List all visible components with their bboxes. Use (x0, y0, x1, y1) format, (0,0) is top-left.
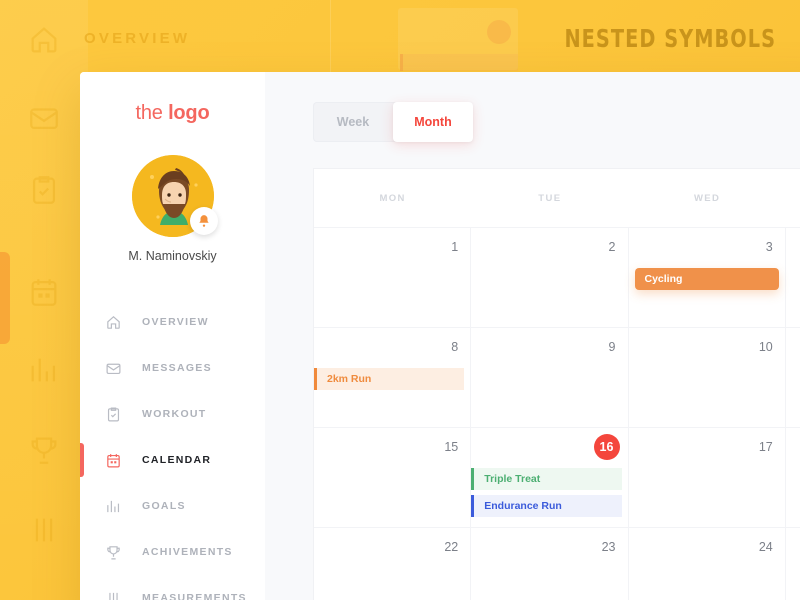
calendar-day-cell[interactable]: 18 (786, 428, 800, 527)
calendar-week-row: 1 2 3 Cycling 4 (314, 227, 800, 327)
app-logo[interactable]: the logo (80, 102, 265, 125)
backdrop-icon-column (0, 0, 88, 600)
calendar-week-row: 22 23 24 25 (314, 527, 800, 600)
sidebar-item-achivements[interactable]: ACHIVEMENTS (80, 529, 265, 575)
event-cycling[interactable]: Cycling (634, 268, 779, 290)
brand-title: NESTED SYMBOLS (564, 24, 776, 53)
backdrop-ghost-day-badge (487, 20, 511, 44)
backdrop-overview-label: OVERVIEW (84, 30, 191, 47)
calendar-day-cell[interactable]: 1 (314, 228, 472, 327)
backdrop-home-icon (22, 18, 66, 62)
measurements-icon (102, 587, 124, 600)
backdrop-ghost-event (400, 54, 518, 71)
backdrop-measurements-icon (22, 508, 66, 552)
calendar-grid: MON TUE WED THU 1 2 3 Cycling (313, 168, 800, 600)
event-triple-treat[interactable]: Triple Treat (471, 468, 622, 490)
backdrop-calendar-icon (22, 270, 66, 314)
notification-badge-icon[interactable] (189, 207, 218, 235)
calendar-week-row: 15 16 Triple Treat Endurance Run 17 18 (314, 427, 800, 527)
day-number: 4 (786, 238, 800, 256)
backdrop-clipboard-icon (22, 168, 66, 212)
calendar-day-cell[interactable]: 3 Cycling (629, 228, 786, 327)
calendar-day-cell[interactable]: 4 (786, 228, 800, 327)
calendar-icon (102, 449, 124, 471)
calendar-week-row: 8 2km Run 9 10 11 (314, 327, 800, 427)
sidebar-item-calendar[interactable]: CALENDAR (80, 437, 265, 483)
sidebar-item-label: GOALS (142, 500, 186, 512)
day-header: TUE (538, 192, 562, 204)
calendar-day-cell[interactable]: 10 (629, 328, 786, 427)
day-number: 15 (444, 440, 459, 454)
day-number: 10 (758, 340, 773, 354)
backdrop-active-indicator (0, 252, 10, 344)
sidebar-nav: OVERVIEW MESSAGES WORKOUT CALENDAR GOALS… (80, 299, 265, 600)
backdrop-envelope-icon (22, 96, 66, 140)
tab-month[interactable]: Month (393, 102, 473, 142)
trophy-icon (102, 541, 124, 563)
user-name: M. Naminovskiy (128, 249, 217, 263)
backdrop-divider (330, 0, 331, 72)
day-number: 11 (786, 338, 800, 356)
day-number: 18 (786, 438, 800, 456)
sidebar-item-workout[interactable]: WORKOUT (80, 391, 265, 437)
day-number: 2 (608, 240, 616, 254)
sidebar-item-messages[interactable]: MESSAGES (80, 345, 265, 391)
sidebar: the logo M. Naminovskiy OVERVIEW MESSAGE… (80, 72, 265, 600)
calendar-day-cell[interactable]: 11 (786, 328, 800, 427)
calendar-day-cell[interactable]: 15 (314, 428, 472, 527)
day-header: THU (786, 169, 800, 227)
sidebar-item-overview[interactable]: OVERVIEW (80, 299, 265, 345)
sidebar-item-label: MESSAGES (142, 362, 212, 374)
calendar-day-cell[interactable]: 8 2km Run (314, 328, 472, 427)
sidebar-item-measurements[interactable]: MEASUREMENTS (80, 575, 265, 600)
logo-text-bold: logo (168, 102, 210, 124)
chart-icon (102, 495, 124, 517)
sidebar-item-label: MEASUREMENTS (142, 592, 247, 600)
day-number: 22 (444, 540, 459, 554)
sidebar-item-label: WORKOUT (142, 408, 207, 420)
day-number: 17 (758, 440, 773, 454)
day-number: 8 (451, 340, 459, 354)
tab-week[interactable]: Week (313, 102, 393, 142)
envelope-icon (102, 357, 124, 379)
sidebar-item-goals[interactable]: GOALS (80, 483, 265, 529)
day-number: 3 (765, 240, 773, 254)
day-header: WED (693, 192, 721, 204)
avatar[interactable] (131, 155, 218, 237)
event-2km-run[interactable]: 2km Run (314, 368, 465, 390)
calendar-day-cell[interactable]: 24 (629, 528, 786, 600)
day-number: 23 (601, 540, 616, 554)
calendar-day-cell-today[interactable]: 16 Triple Treat Endurance Run (471, 428, 629, 527)
day-number: 25 (786, 538, 800, 556)
day-header: MON (379, 192, 406, 204)
clipboard-icon (102, 403, 124, 425)
active-indicator (80, 443, 84, 477)
calendar-day-cell[interactable]: 25 (786, 528, 800, 600)
backdrop-chart-icon (22, 348, 66, 392)
app-window: the logo M. Naminovskiy OVERVIEW MESSAGE… (80, 72, 800, 600)
view-switcher: Week Month (313, 102, 473, 142)
calendar-toolbar: Week Month ‹ June 2017 (313, 102, 800, 142)
main-content: Week Month ‹ June 2017 MON TUE WED THU 1 (265, 72, 800, 600)
today-badge: 16 (593, 434, 620, 460)
home-icon (102, 311, 124, 333)
sidebar-item-label: ACHIVEMENTS (142, 546, 233, 558)
day-events: Triple Treat Endurance Run (471, 468, 622, 517)
sidebar-item-label: OVERVIEW (142, 316, 209, 328)
logo-text-thin: the (135, 102, 169, 124)
calendar-day-cell[interactable]: 2 (471, 228, 629, 327)
backdrop-trophy-icon (22, 428, 66, 472)
calendar-day-cell[interactable]: 23 (471, 528, 629, 600)
event-endurance-run[interactable]: Endurance Run (471, 495, 622, 517)
calendar-day-cell[interactable]: 17 (629, 428, 786, 527)
day-number: 9 (608, 340, 616, 354)
calendar-day-cell[interactable]: 9 (471, 328, 629, 427)
day-events: 2km Run (314, 368, 465, 390)
calendar-day-cell[interactable]: 22 (314, 528, 472, 600)
calendar-day-headers: MON TUE WED THU (314, 169, 800, 227)
sidebar-item-label: CALENDAR (142, 454, 212, 466)
day-events: Cycling (629, 268, 779, 290)
day-number: 24 (758, 540, 773, 554)
day-number: 1 (451, 240, 459, 254)
